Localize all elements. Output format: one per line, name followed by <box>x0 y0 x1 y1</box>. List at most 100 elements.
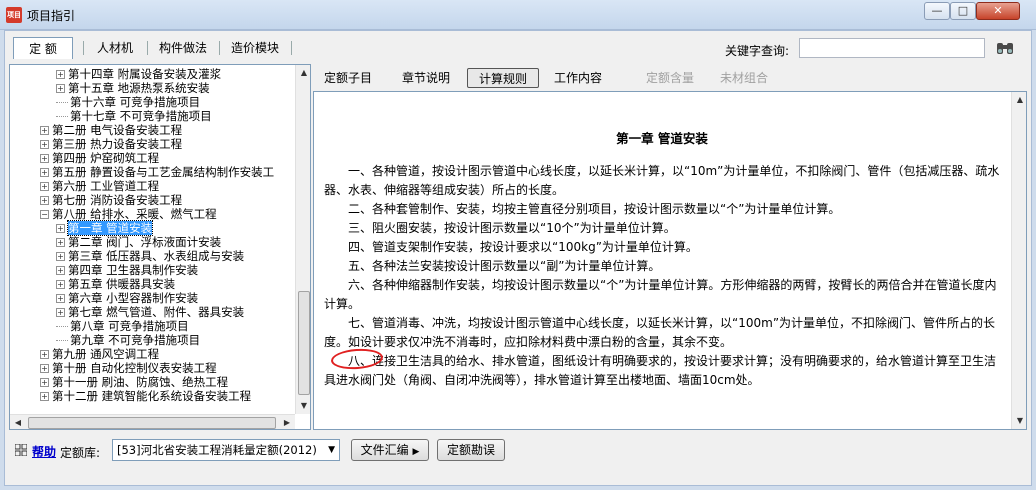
file-summary-button[interactable]: 文件汇编 ▶ <box>351 439 429 461</box>
expand-icon[interactable]: + <box>40 378 49 387</box>
tree-item[interactable]: + 第四章 卫生器具制作安装 <box>56 263 198 277</box>
tree-item[interactable]: + 第六章 小型容器制作安装 <box>56 291 198 305</box>
tree-item[interactable]: + 第十册 自动化控制仪表安装工程 <box>40 361 217 375</box>
expand-icon[interactable]: + <box>56 266 65 275</box>
rule-paragraph: 二、各种套管制作、安装，均按主管直径分别项目，按设计图示数量以“个”为计量单位计… <box>348 202 841 216</box>
tab-labor-material[interactable]: 人材机 <box>87 37 143 59</box>
rule-paragraph: 四、管道支架制作安装，按设计要求以“100kg”为计量单位计算。 <box>348 240 698 254</box>
quota-errata-button[interactable]: 定额勘误 <box>437 439 505 461</box>
tab-quota-content: 定额含量 <box>645 71 694 85</box>
scroll-left-icon[interactable]: ◀ <box>10 415 26 429</box>
tree-item[interactable]: + 第六册 工业管道工程 <box>40 179 159 193</box>
tree-vertical-scrollbar[interactable]: ▲ ▼ <box>295 65 310 414</box>
quota-library-select[interactable]: [53]河北省安装工程消耗量定额(2012) ▼ <box>112 439 340 461</box>
expand-icon[interactable]: + <box>40 364 49 373</box>
tree-item[interactable]: + 第四册 炉窑砌筑工程 <box>40 151 159 165</box>
tree-item[interactable]: + 第十四章 附属设备安装及灌浆 <box>56 67 221 81</box>
expand-icon[interactable]: + <box>56 224 65 233</box>
tree-item-label: 第八章 可竞争措施项目 <box>70 319 189 333</box>
tree-item-label: 第三册 热力设备安装工程 <box>52 137 183 151</box>
collapse-icon[interactable]: − <box>40 210 49 219</box>
tree-item[interactable]: + 第七章 燃气管道、附件、器具安装 <box>56 305 244 319</box>
expand-icon[interactable]: + <box>40 196 49 205</box>
binoculars-icon[interactable] <box>995 40 1015 56</box>
tree-item[interactable]: 第十六章 可竞争措施项目 <box>56 95 200 109</box>
rule-paragraph: 八、连接卫生洁具的给水、排水管道，图纸设计有明确要求的，按设计要求计算；没有明确… <box>324 354 997 388</box>
grid-icon <box>15 444 27 456</box>
scroll-up-icon[interactable]: ▲ <box>1012 92 1026 108</box>
tree-item[interactable]: + 第十二册 建筑智能化系统设备安装工程 <box>40 389 251 403</box>
expand-icon[interactable]: + <box>56 294 65 303</box>
expand-icon[interactable]: + <box>56 238 65 247</box>
tab-component-method[interactable]: 构件做法 <box>151 37 215 59</box>
quota-library-label: 定额库: <box>60 446 101 460</box>
scroll-down-icon[interactable]: ▼ <box>296 398 310 414</box>
tree-item[interactable]: 第九章 不可竞争措施项目 <box>56 333 200 347</box>
scroll-thumb[interactable] <box>298 291 310 395</box>
scroll-right-icon[interactable]: ▶ <box>279 415 295 429</box>
top-toolbar: 定 额 人材机 构件做法 造价模块 关键字查询: <box>9 35 1027 61</box>
expand-icon[interactable]: + <box>56 70 65 79</box>
expand-icon[interactable]: + <box>56 308 65 317</box>
tree-item[interactable]: + 第十一册 刷油、防腐蚀、绝热工程 <box>40 375 228 389</box>
document-title: 第一章 管道安装 <box>616 131 708 146</box>
tab-quota-items[interactable]: 定额子目 <box>317 68 379 88</box>
tab-quota[interactable]: 定 额 <box>13 37 73 59</box>
expand-icon[interactable]: + <box>56 280 65 289</box>
tree-item-label: 第九册 通风空调工程 <box>52 347 160 361</box>
tree-item[interactable]: 第八章 可竞争措施项目 <box>56 319 189 333</box>
file-summary-label: 文件汇编 <box>360 443 409 457</box>
tree-horizontal-scrollbar[interactable]: ◀ ▶ <box>10 414 295 429</box>
tree-item[interactable]: + 第五册 静置设备与工艺金属结构制作安装工 <box>40 165 274 179</box>
tree-item-label: 第二章 阀门、浮标液面计安装 <box>68 235 222 249</box>
rules-content: 第一章 管道安装 一、各种管道，按设计图示管道中心线长度，以延长米计算，以“10… <box>313 91 1027 430</box>
detail-tabs: 定额子目 章节说明 计算规则 工作内容 定额含量 未材组合 <box>317 68 1027 90</box>
tree-item[interactable]: + 第二章 阀门、浮标液面计安装 <box>56 235 221 249</box>
chevron-down-icon[interactable]: ▼ <box>328 440 335 460</box>
expand-icon[interactable]: + <box>40 350 49 359</box>
tree-item[interactable]: + 第三章 低压器具、水表组成与安装 <box>56 249 244 263</box>
tree-item[interactable]: + 第一章 管道安装 <box>56 220 154 236</box>
tree-item[interactable]: + 第二册 电气设备安装工程 <box>40 123 182 137</box>
help-link[interactable]: 帮助 <box>32 443 56 460</box>
tree-item-label: 第三章 低压器具、水表组成与安装 <box>68 249 245 263</box>
scroll-down-icon[interactable]: ▼ <box>1012 413 1026 429</box>
scroll-up-icon[interactable]: ▲ <box>296 65 310 81</box>
expand-icon[interactable]: + <box>40 168 49 177</box>
close-button[interactable]: ✕ <box>976 2 1020 20</box>
tab-separator <box>147 41 148 55</box>
minimize-button[interactable]: — <box>924 2 950 20</box>
tree-item-label: 第四册 炉窑砌筑工程 <box>52 151 160 165</box>
tree-item-label: 第四章 卫生器具制作安装 <box>68 263 199 277</box>
tab-cost-module[interactable]: 造价模块 <box>223 37 287 59</box>
tree-item[interactable]: + 第七册 消防设备安装工程 <box>40 193 182 207</box>
tree-item[interactable]: + 第五章 供暖器具安装 <box>56 277 175 291</box>
scroll-thumb[interactable] <box>28 417 276 429</box>
expand-icon[interactable]: + <box>56 252 65 261</box>
tree-item-label: 第七册 消防设备安装工程 <box>52 193 183 207</box>
expand-icon[interactable]: + <box>56 84 65 93</box>
tree-item[interactable]: + 第三册 热力设备安装工程 <box>40 137 182 151</box>
tree-item-label: 第一章 管道安装 <box>66 220 154 236</box>
expand-icon[interactable]: + <box>40 140 49 149</box>
expand-icon[interactable]: + <box>40 392 49 401</box>
tree-item[interactable]: + 第十五章 地源热泵系统安装 <box>56 81 210 95</box>
tree-connector <box>56 116 68 117</box>
expand-icon[interactable]: + <box>40 182 49 191</box>
expand-icon[interactable]: + <box>40 126 49 135</box>
maximize-button[interactable]: □ <box>950 2 976 20</box>
tree-connector <box>56 102 68 103</box>
rule-paragraph: 五、各种法兰安装按设计图示数量以“副”为计量单位计算。 <box>348 259 661 273</box>
tab-calculation-rules[interactable]: 计算规则 <box>467 68 539 88</box>
chapter-tree[interactable]: + 第十四章 附属设备安装及灌浆 + 第十五章 地源热泵系统安装 第十六章 可竞争措施项… <box>9 64 311 430</box>
search-input[interactable] <box>799 38 985 58</box>
expand-icon[interactable]: + <box>40 154 49 163</box>
tree-item[interactable]: 第十七章 不可竞争措施项目 <box>56 109 212 123</box>
tree-item[interactable]: + 第九册 通风空调工程 <box>40 347 159 361</box>
tab-chapter-notes[interactable]: 章节说明 <box>395 68 457 88</box>
window-title: 项目指引 <box>27 9 76 23</box>
tab-work-content[interactable]: 工作内容 <box>547 68 609 88</box>
rule-paragraph: 六、各种伸缩器制作安装，均按设计图示数量以“个”为计量单位计算。方形伸缩器的两臂… <box>324 278 997 312</box>
content-vertical-scrollbar[interactable]: ▲ ▼ <box>1011 92 1026 429</box>
tree-item[interactable]: − 第八册 给排水、采暖、燃气工程 <box>40 207 217 221</box>
